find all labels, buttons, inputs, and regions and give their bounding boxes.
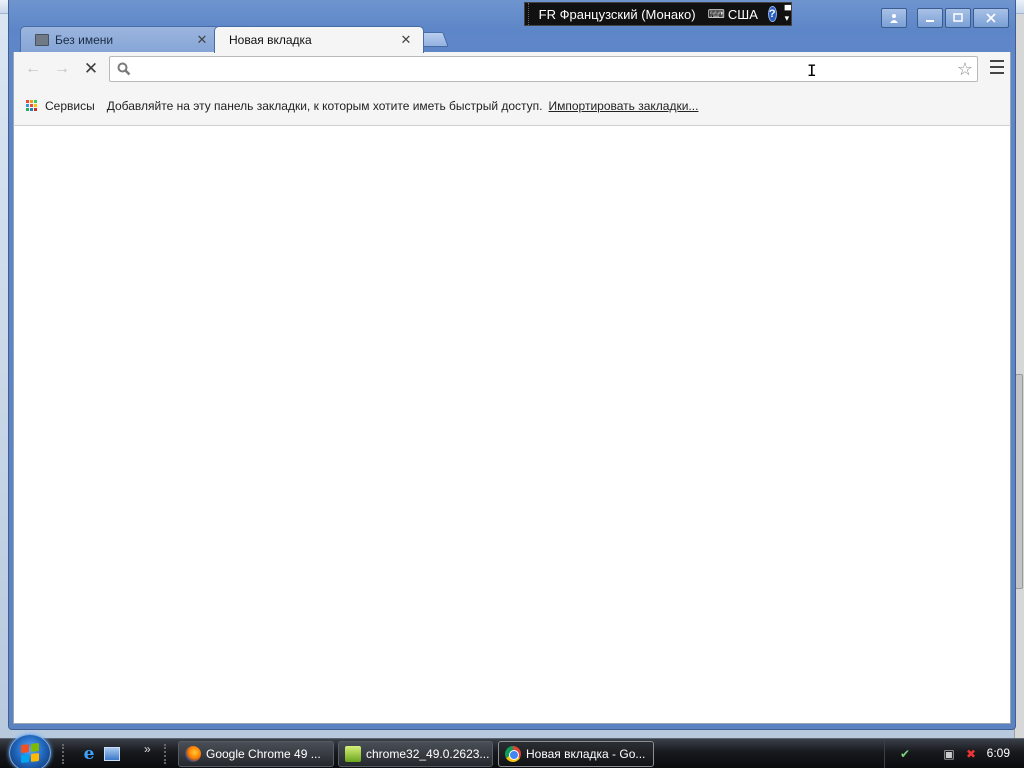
- bookmarks-bar: Сервисы Добавляйте на эту панель закладк…: [13, 86, 1011, 126]
- taskbar-item-label: Новая вкладка - Go...: [526, 747, 646, 761]
- taskbar: e » Google Chrome 49 ... chrome32_49.0.2…: [0, 734, 1024, 768]
- tab-new-tab[interactable]: Новая вкладка ✕: [214, 26, 424, 53]
- chrome-icon: [505, 746, 521, 762]
- tab-strip: Без имени ✕ Новая вкладка ✕: [14, 26, 814, 53]
- internet-explorer-icon[interactable]: e: [80, 744, 98, 764]
- tab-close-icon[interactable]: ✕: [195, 32, 209, 48]
- tab-title: Без имени: [55, 32, 114, 47]
- close-window-button[interactable]: [973, 8, 1009, 28]
- clock[interactable]: 6:09: [987, 746, 1010, 760]
- language-bar[interactable]: FR Французский (Монако) ⌨ США ? ▀ ▾: [524, 2, 792, 26]
- keyboard-icon: ⌨: [707, 7, 725, 21]
- maximize-button[interactable]: [945, 8, 971, 28]
- search-icon: [117, 62, 131, 76]
- language-bar-options-icon[interactable]: ▀ ▾: [785, 6, 791, 23]
- background-scrollbar-thumb[interactable]: [1015, 374, 1023, 589]
- taskbar-item-chrome-download[interactable]: Google Chrome 49 ...: [178, 741, 334, 767]
- taskbar-grip[interactable]: [164, 744, 168, 764]
- forward-button[interactable]: →: [51, 59, 73, 79]
- apps-icon[interactable]: [26, 99, 38, 112]
- maximize-icon: [953, 13, 963, 22]
- person-icon: [890, 14, 898, 23]
- taskbar-item-new-tab[interactable]: Новая вкладка - Go...: [498, 741, 654, 767]
- hamburger-icon-line: [990, 60, 1004, 62]
- profile-button[interactable]: [881, 8, 907, 28]
- volume-muted-icon[interactable]: ✖: [963, 746, 979, 762]
- network-icon[interactable]: ▣: [941, 746, 957, 762]
- hamburger-icon-line: [990, 66, 1004, 68]
- taskbar-item-label: Google Chrome 49 ...: [206, 747, 321, 761]
- page-content[interactable]: [13, 126, 1011, 724]
- system-tray: ✔ ▣ ✖ 6:09: [884, 739, 1024, 768]
- stop-loading-button[interactable]: ✕: [80, 59, 102, 79]
- firefox-icon: [185, 746, 201, 762]
- tab-untitled[interactable]: Без имени ✕: [20, 26, 220, 52]
- language-bar-grip[interactable]: [525, 3, 529, 25]
- chrome-menu-button[interactable]: [990, 60, 1004, 74]
- hamburger-icon-line: [990, 72, 1004, 74]
- close-icon: [986, 13, 996, 23]
- keyboard-layout[interactable]: США: [728, 7, 758, 22]
- omnibox[interactable]: ☆: [109, 56, 978, 82]
- language-indicator[interactable]: FR Французский (Монако): [539, 7, 696, 22]
- windows-logo-icon: [21, 743, 39, 763]
- quick-launch-grip[interactable]: [62, 744, 66, 764]
- start-button[interactable]: [9, 734, 51, 768]
- omnibox-input[interactable]: [136, 59, 946, 79]
- quick-launch-overflow-icon[interactable]: »: [144, 742, 151, 756]
- bookmarks-bar-hint: Добавляйте на эту панель закладки, к кот…: [106, 98, 543, 113]
- tab-title: Новая вкладка: [229, 33, 312, 47]
- show-desktop-icon[interactable]: [104, 747, 120, 761]
- minimize-button[interactable]: [917, 8, 943, 28]
- sad-page-icon: [35, 33, 49, 46]
- browser-toolbar: ← → ✕ ☆: [13, 52, 1011, 86]
- tab-close-icon[interactable]: ✕: [399, 32, 413, 48]
- apps-shortcut[interactable]: Сервисы: [45, 99, 95, 113]
- window-controls: [881, 8, 1009, 28]
- bookmark-star-icon[interactable]: ☆: [957, 59, 973, 79]
- taskbar-item-archive[interactable]: chrome32_49.0.2623...: [338, 741, 493, 767]
- back-button[interactable]: ←: [22, 59, 44, 79]
- language-tray-icon[interactable]: ✔: [897, 746, 913, 762]
- import-bookmarks-link[interactable]: Импортировать закладки...: [549, 99, 699, 113]
- taskbar-item-label: chrome32_49.0.2623...: [366, 747, 490, 761]
- archive-icon: [345, 746, 361, 762]
- help-icon[interactable]: ?: [767, 6, 777, 22]
- text-cursor-icon: I: [807, 61, 817, 80]
- minimize-icon: [926, 20, 934, 22]
